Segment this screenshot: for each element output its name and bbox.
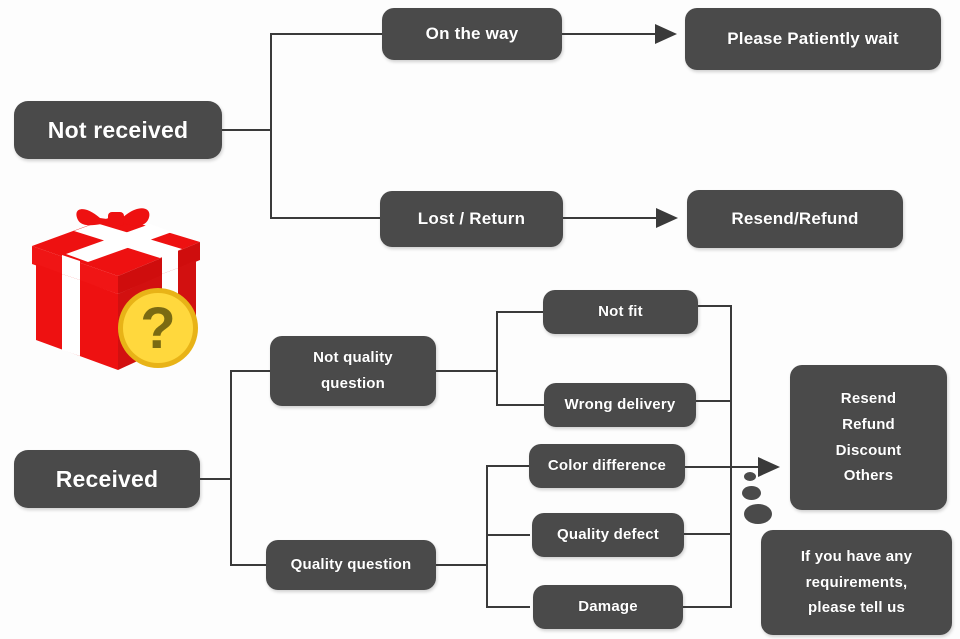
note-line-2: requirements,: [805, 573, 908, 591]
node-damage[interactable]: Damage: [533, 585, 683, 629]
note-line-3: please tell us: [807, 599, 905, 617]
wire-not-received-trunk: [222, 129, 272, 131]
node-label: Resend/Refund: [731, 209, 859, 229]
node-label: Please Patiently wait: [727, 29, 899, 49]
wire-received-split: [230, 370, 232, 566]
remedy-option: Others: [843, 467, 894, 485]
wire-to-wrong-delivery: [496, 404, 544, 406]
node-label: Lost / Return: [417, 209, 526, 229]
node-resend-refund[interactable]: Resend/Refund: [687, 190, 903, 248]
wire-damage-collect: [683, 606, 732, 608]
note-line-1: If you have any: [800, 547, 913, 565]
node-quality-question[interactable]: Quality question: [266, 540, 436, 590]
node-not-received[interactable]: Not received: [14, 101, 222, 159]
node-received[interactable]: Received: [14, 450, 200, 508]
node-lost-return[interactable]: Lost / Return: [380, 191, 563, 247]
node-not-fit[interactable]: Not fit: [543, 290, 698, 334]
node-label: Received: [55, 465, 159, 492]
node-contact-note[interactable]: If you have any requirements, please tel…: [761, 530, 952, 635]
wire-color-difference-collect: [685, 466, 732, 468]
wire-not-quality-bus: [496, 311, 498, 406]
wire-quality-defect-collect: [684, 533, 732, 535]
node-quality-defect[interactable]: Quality defect: [532, 513, 684, 557]
node-color-difference[interactable]: Color difference: [529, 444, 685, 488]
wire-to-quality-defect: [486, 534, 530, 536]
node-label-line-2: question: [320, 375, 386, 392]
node-wrong-delivery[interactable]: Wrong delivery: [544, 383, 696, 427]
wire-to-not-fit: [496, 311, 544, 313]
arrow-right-icon: [655, 24, 677, 44]
wire-not-quality-out: [436, 370, 498, 372]
wire-received-trunk: [200, 478, 232, 480]
node-label: On the way: [425, 24, 519, 44]
arrow-right-icon: [656, 208, 678, 228]
wire-to-lost-return: [270, 217, 382, 219]
wire-not-fit-collect: [698, 305, 732, 307]
node-label: Not fit: [598, 303, 643, 321]
remedy-option: Resend: [840, 390, 897, 407]
wire-to-color-difference: [486, 465, 530, 467]
wire-to-not-quality: [230, 370, 272, 372]
node-please-patiently-wait[interactable]: Please Patiently wait: [685, 8, 941, 70]
wire-quality-out: [436, 564, 488, 566]
node-label: Quality defect: [557, 526, 659, 544]
wire-to-damage: [486, 606, 530, 608]
node-not-quality-question[interactable]: Not quality question: [270, 336, 436, 406]
wire-remedies-bus: [730, 305, 732, 608]
wire-to-on-the-way: [270, 33, 382, 35]
wire-quality-bus: [486, 465, 488, 607]
wire-wrong-delivery-collect: [696, 400, 732, 402]
speech-bubble-tail-icon: [742, 472, 788, 526]
node-label: Color difference: [547, 457, 667, 475]
remedy-option: Discount: [835, 441, 902, 459]
remedy-option: Refund: [842, 415, 895, 433]
flowchart-canvas: Not received On the way Lost / Return Pl…: [0, 0, 960, 639]
node-label: Quality question: [290, 556, 412, 574]
node-label-line-1: Not quality: [313, 349, 393, 367]
gift-box-question-icon: ?: [22, 198, 212, 380]
svg-text:?: ?: [140, 296, 175, 361]
node-label: Wrong delivery: [564, 396, 676, 414]
node-label: Damage: [578, 598, 638, 616]
node-on-the-way[interactable]: On the way: [382, 8, 562, 60]
wire-not-received-split: [270, 33, 272, 219]
node-remedies[interactable]: Resend Refund Discount Others: [790, 365, 947, 510]
node-label: Not received: [47, 116, 189, 143]
